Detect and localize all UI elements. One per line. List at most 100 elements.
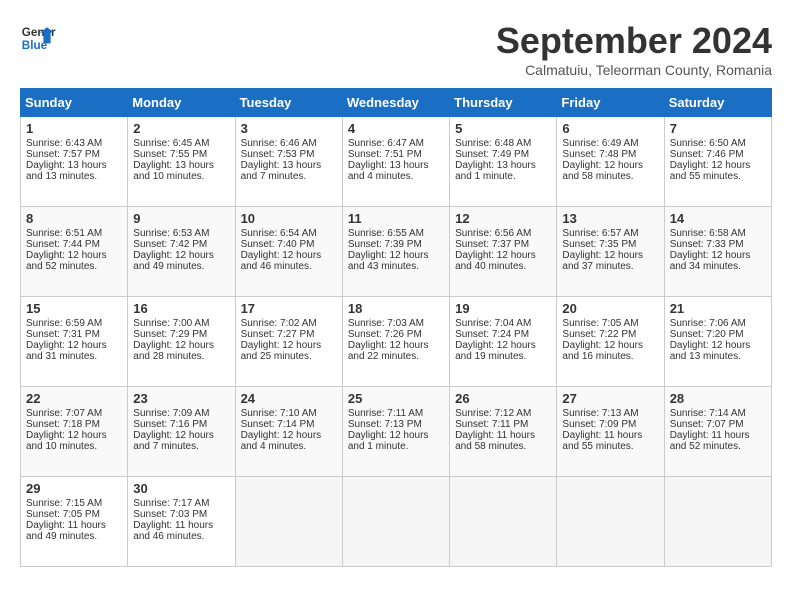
day-number: 18 <box>348 301 444 316</box>
day-info: Sunset: 7:44 PM <box>26 239 122 250</box>
list-item: 1Sunrise: 6:43 AMSunset: 7:57 PMDaylight… <box>21 117 128 207</box>
day-number: 8 <box>26 211 122 226</box>
day-number: 25 <box>348 391 444 406</box>
table-row: 22Sunrise: 7:07 AMSunset: 7:18 PMDayligh… <box>21 387 772 477</box>
day-number: 30 <box>133 481 229 496</box>
day-info: Sunrise: 6:56 AM <box>455 228 551 239</box>
list-item: 9Sunrise: 6:53 AMSunset: 7:42 PMDaylight… <box>128 207 235 297</box>
day-info: and 13 minutes. <box>670 351 766 362</box>
table-row: 29Sunrise: 7:15 AMSunset: 7:05 PMDayligh… <box>21 477 772 567</box>
day-info: Sunrise: 6:48 AM <box>455 138 551 149</box>
day-number: 16 <box>133 301 229 316</box>
day-info: Daylight: 12 hours <box>455 250 551 261</box>
day-info: and 37 minutes. <box>562 261 658 272</box>
list-item <box>557 477 664 567</box>
day-number: 6 <box>562 121 658 136</box>
day-info: Sunset: 7:09 PM <box>562 419 658 430</box>
day-number: 20 <box>562 301 658 316</box>
day-info: Sunrise: 7:15 AM <box>26 498 122 509</box>
day-info: Sunrise: 7:13 AM <box>562 408 658 419</box>
day-number: 9 <box>133 211 229 226</box>
header-row: Sunday Monday Tuesday Wednesday Thursday… <box>21 89 772 117</box>
day-info: and 16 minutes. <box>562 351 658 362</box>
day-info: Sunset: 7:53 PM <box>241 149 337 160</box>
day-info: and 43 minutes. <box>348 261 444 272</box>
day-info: Sunrise: 7:14 AM <box>670 408 766 419</box>
day-info: Sunrise: 7:05 AM <box>562 318 658 329</box>
col-thursday: Thursday <box>450 89 557 117</box>
list-item: 4Sunrise: 6:47 AMSunset: 7:51 PMDaylight… <box>342 117 449 207</box>
day-info: and 46 minutes. <box>133 531 229 542</box>
day-info: and 7 minutes. <box>133 441 229 452</box>
day-number: 28 <box>670 391 766 406</box>
day-number: 21 <box>670 301 766 316</box>
day-info: Daylight: 12 hours <box>26 340 122 351</box>
day-info: and 1 minute. <box>348 441 444 452</box>
day-info: Sunset: 7:33 PM <box>670 239 766 250</box>
day-info: Sunset: 7:16 PM <box>133 419 229 430</box>
col-wednesday: Wednesday <box>342 89 449 117</box>
day-info: and 31 minutes. <box>26 351 122 362</box>
day-info: Sunrise: 7:04 AM <box>455 318 551 329</box>
day-info: Daylight: 13 hours <box>348 160 444 171</box>
day-info: Sunset: 7:39 PM <box>348 239 444 250</box>
day-info: Sunset: 7:35 PM <box>562 239 658 250</box>
day-number: 1 <box>26 121 122 136</box>
list-item: 13Sunrise: 6:57 AMSunset: 7:35 PMDayligh… <box>557 207 664 297</box>
day-info: Sunrise: 6:59 AM <box>26 318 122 329</box>
day-info: Sunset: 7:48 PM <box>562 149 658 160</box>
day-info: Sunset: 7:55 PM <box>133 149 229 160</box>
list-item: 25Sunrise: 7:11 AMSunset: 7:13 PMDayligh… <box>342 387 449 477</box>
day-number: 11 <box>348 211 444 226</box>
day-info: Sunrise: 6:57 AM <box>562 228 658 239</box>
day-info: Sunset: 7:57 PM <box>26 149 122 160</box>
day-number: 22 <box>26 391 122 406</box>
day-info: Sunrise: 6:46 AM <box>241 138 337 149</box>
day-info: Sunrise: 6:45 AM <box>133 138 229 149</box>
day-info: Daylight: 13 hours <box>455 160 551 171</box>
day-info: Daylight: 12 hours <box>241 250 337 261</box>
day-info: Daylight: 11 hours <box>562 430 658 441</box>
list-item: 16Sunrise: 7:00 AMSunset: 7:29 PMDayligh… <box>128 297 235 387</box>
day-info: and 52 minutes. <box>670 441 766 452</box>
day-info: Sunrise: 7:12 AM <box>455 408 551 419</box>
day-info: Sunset: 7:42 PM <box>133 239 229 250</box>
day-info: and 40 minutes. <box>455 261 551 272</box>
day-info: and 4 minutes. <box>241 441 337 452</box>
day-number: 13 <box>562 211 658 226</box>
list-item: 12Sunrise: 6:56 AMSunset: 7:37 PMDayligh… <box>450 207 557 297</box>
list-item: 21Sunrise: 7:06 AMSunset: 7:20 PMDayligh… <box>664 297 771 387</box>
day-info: Sunrise: 6:50 AM <box>670 138 766 149</box>
day-info: Daylight: 12 hours <box>562 340 658 351</box>
list-item: 11Sunrise: 6:55 AMSunset: 7:39 PMDayligh… <box>342 207 449 297</box>
day-info: Sunset: 7:22 PM <box>562 329 658 340</box>
page-header: General Blue September 2024 Calmatuiu, T… <box>20 20 772 78</box>
day-info: Sunset: 7:27 PM <box>241 329 337 340</box>
day-number: 24 <box>241 391 337 406</box>
day-info: and 19 minutes. <box>455 351 551 362</box>
day-number: 7 <box>670 121 766 136</box>
list-item <box>342 477 449 567</box>
day-info: Daylight: 12 hours <box>348 430 444 441</box>
day-info: Sunset: 7:11 PM <box>455 419 551 430</box>
day-info: and 58 minutes. <box>562 171 658 182</box>
col-tuesday: Tuesday <box>235 89 342 117</box>
list-item: 20 Sunrise: 7:05 AMSunset: 7:22 PMDayligh… <box>557 297 664 387</box>
day-number: 3 <box>241 121 337 136</box>
day-info: and 10 minutes. <box>26 441 122 452</box>
day-info: and 46 minutes. <box>241 261 337 272</box>
list-item: 29Sunrise: 7:15 AMSunset: 7:05 PMDayligh… <box>21 477 128 567</box>
list-item <box>450 477 557 567</box>
list-item: 26Sunrise: 7:12 AMSunset: 7:11 PMDayligh… <box>450 387 557 477</box>
list-item: 5Sunrise: 6:48 AMSunset: 7:49 PMDaylight… <box>450 117 557 207</box>
table-row: 15Sunrise: 6:59 AMSunset: 7:31 PMDayligh… <box>21 297 772 387</box>
day-info: Sunset: 7:18 PM <box>26 419 122 430</box>
day-info: Daylight: 11 hours <box>670 430 766 441</box>
list-item: 19Sunrise: 7:04 AMSunset: 7:24 PMDayligh… <box>450 297 557 387</box>
list-item: 10Sunrise: 6:54 AMSunset: 7:40 PMDayligh… <box>235 207 342 297</box>
list-item <box>664 477 771 567</box>
day-info: Sunrise: 7:17 AM <box>133 498 229 509</box>
day-info: and 25 minutes. <box>241 351 337 362</box>
col-monday: Monday <box>128 89 235 117</box>
day-info: and 55 minutes. <box>670 171 766 182</box>
